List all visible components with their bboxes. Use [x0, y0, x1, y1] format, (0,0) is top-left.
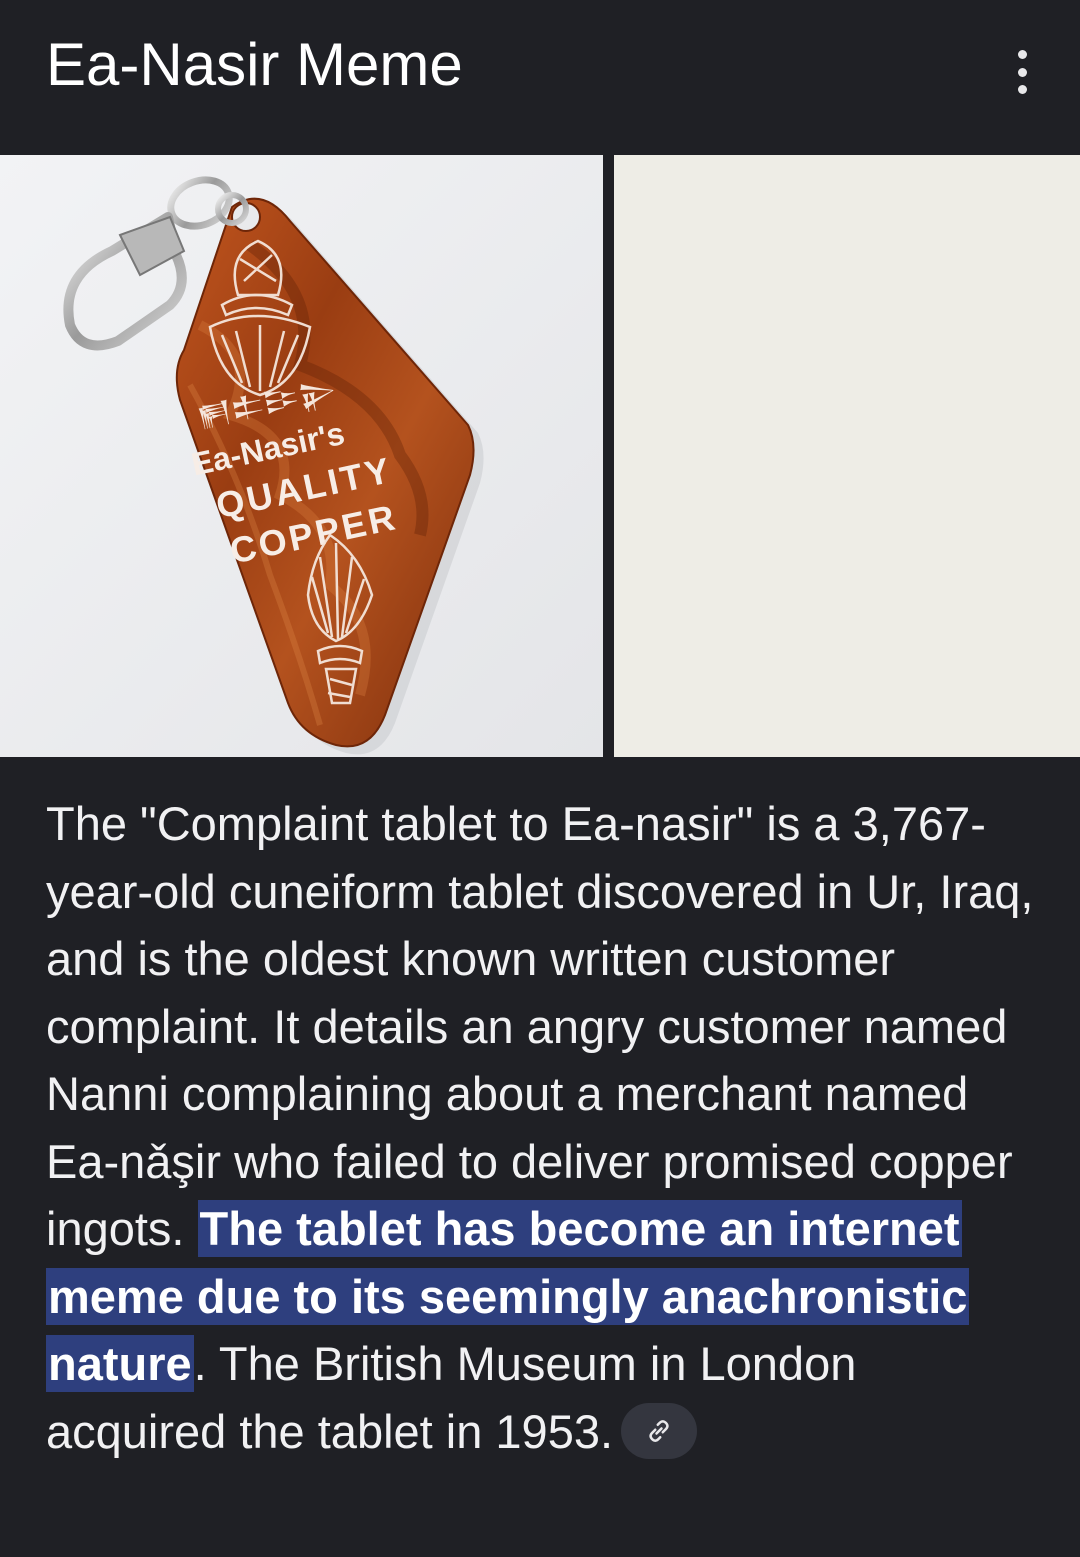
page-title: Ea-Nasir Meme — [46, 31, 463, 98]
keychain-illustration: 𒂍𒉺𒄿𒉌 Ea-Nasir's QUALITY COPPER — [0, 155, 603, 757]
secondary-image[interactable] — [614, 155, 1080, 757]
article-text-before: The "Complaint tablet to Ea-nasir" is a … — [46, 797, 1034, 1255]
article-paragraph: The "Complaint tablet to Ea-nasir" is a … — [46, 790, 1046, 1465]
more-vert-icon-dot — [1017, 50, 1027, 59]
app-header: Ea-Nasir Meme — [0, 0, 1080, 155]
keychain-image[interactable]: 𒂍𒉺𒄿𒉌 Ea-Nasir's QUALITY COPPER — [0, 155, 603, 757]
more-options-button[interactable] — [1008, 50, 1036, 94]
link-icon — [649, 1420, 669, 1443]
link-button[interactable] — [621, 1403, 698, 1460]
image-gallery: 𒂍𒉺𒄿𒉌 Ea-Nasir's QUALITY COPPER — [0, 155, 1080, 757]
more-vert-icon-dot — [1017, 85, 1027, 94]
more-vert-icon-dot — [1017, 67, 1027, 77]
